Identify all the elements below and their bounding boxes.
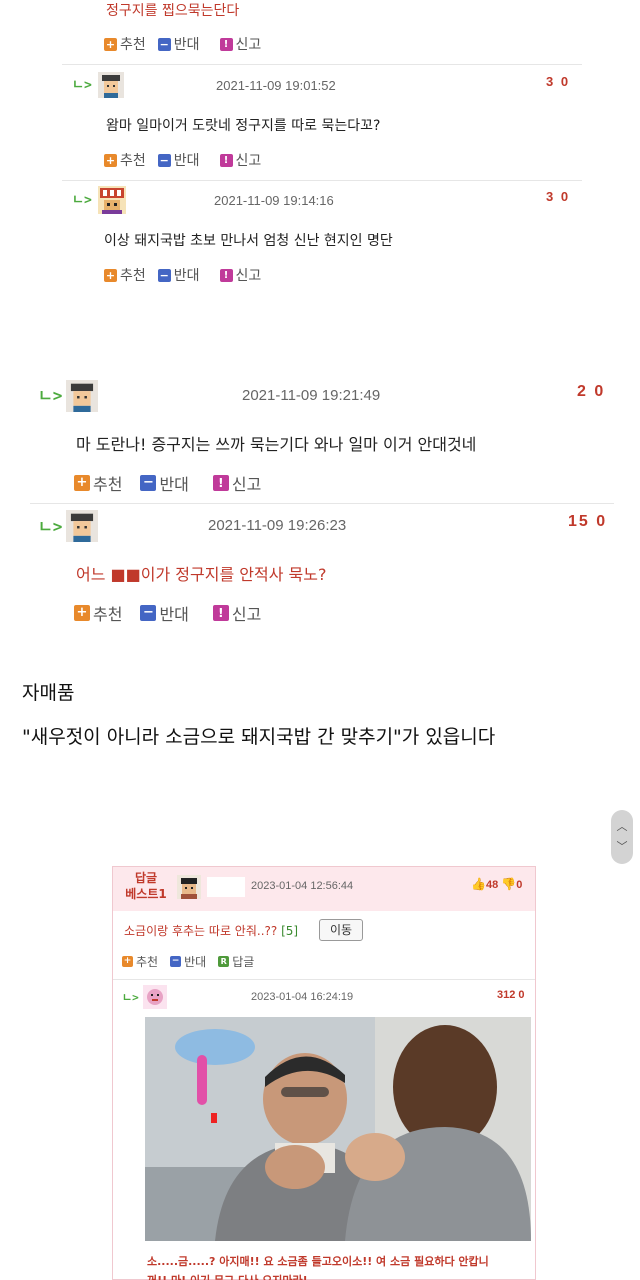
reply-arrow-icon: ㄴ> xyxy=(72,193,92,208)
reply-button[interactable]: 답글 xyxy=(232,953,254,970)
recommend-icon[interactable]: + xyxy=(122,956,133,967)
reply-text-line1: 소.....금.....? 아지매!! 요 소금좀 들고오이소!! 여 소금 필… xyxy=(147,1255,489,1268)
caption-body: "새우젓이 아니라 소금으로 돼지국밥 간 맞추기"가 있읍니다 xyxy=(22,726,496,748)
recommend-button[interactable]: 추천 xyxy=(120,34,146,54)
best-label-line2: 베스트1 xyxy=(125,887,167,901)
best-label-line1: 답글 xyxy=(134,871,158,885)
reply-arrow-icon: ㄴ> xyxy=(72,78,92,93)
avatar xyxy=(66,380,98,412)
report-icon[interactable]: ! xyxy=(219,268,233,282)
divider xyxy=(30,503,614,504)
oppose-button[interactable]: 반대 xyxy=(174,150,200,170)
report-icon[interactable]: ! xyxy=(219,153,233,167)
recommend-icon[interactable]: + xyxy=(104,37,117,51)
best-timestamp: 2023-01-04 12:56:44 xyxy=(251,880,354,892)
comment-text: 마 도란나! 증구지는 쓰까 묵는기다 와나 일마 이거 안대것네 xyxy=(76,435,477,454)
recommend-button[interactable]: 추천 xyxy=(93,471,122,495)
oppose-button[interactable]: 반대 xyxy=(184,953,206,970)
move-button[interactable]: 이동 xyxy=(319,919,363,941)
report-button[interactable]: 신고 xyxy=(236,265,262,285)
reply-photo xyxy=(145,1017,531,1241)
like-count: 👍48 👎0 xyxy=(471,877,522,891)
comment-timestamp: 2021-11-09 19:26:23 xyxy=(208,517,347,534)
reply-text-line2: 꺼!! 마! 이기 무그 다사 오지마라! xyxy=(147,1272,308,1280)
oppose-icon[interactable]: − xyxy=(157,153,171,167)
oppose-icon[interactable]: − xyxy=(157,37,171,51)
avatar xyxy=(98,72,124,98)
report-icon[interactable]: ! xyxy=(212,475,229,491)
comment-actions: + 추천 − 반대 ! 신고 xyxy=(104,265,273,285)
oppose-icon[interactable]: − xyxy=(157,268,171,282)
vote-count: 3 0 xyxy=(546,74,571,89)
report-icon[interactable]: ! xyxy=(212,605,229,621)
comment-section-2: ㄴ> 2021-11-09 19:21:49 2 0 마 도란나! 증구지는 쓰… xyxy=(0,370,640,794)
reply-votes: 312 0 xyxy=(497,989,525,1001)
reply-icon[interactable]: R xyxy=(218,956,230,967)
divider xyxy=(62,180,582,181)
post-link[interactable]: 소금이랑 후추는 따로 안줘..?? [5] xyxy=(124,922,298,939)
vote-count: 3 0 xyxy=(546,189,571,204)
comment-actions: + 추천 − 반대 ! 신고 xyxy=(74,601,273,625)
recommend-button[interactable]: 추천 xyxy=(120,150,146,170)
oppose-icon[interactable]: − xyxy=(140,475,157,491)
comment-text: 왐마 일마이거 도랏네 정구지를 따로 묵는다꼬? xyxy=(106,118,381,134)
recommend-icon[interactable]: + xyxy=(74,605,90,621)
comment-actions: + 추천 − 반대 ! 신고 xyxy=(104,150,273,170)
scroll-up-icon[interactable]: ︿ xyxy=(611,818,633,834)
oppose-button[interactable]: 반대 xyxy=(159,601,188,625)
divider xyxy=(62,64,582,65)
dislikes: 0 xyxy=(516,879,523,891)
oppose-icon[interactable]: − xyxy=(140,605,157,621)
reply-timestamp: 2023-01-04 16:24:19 xyxy=(251,991,354,1003)
divider xyxy=(113,979,535,980)
comment-text: 이상 돼지국밥 초보 만나서 엄청 신난 현지인 명단 xyxy=(104,233,393,249)
avatar xyxy=(143,985,167,1009)
report-button[interactable]: 신고 xyxy=(232,601,261,625)
comment-text: 정구지를 찝으묵는단다 xyxy=(106,3,240,19)
recommend-icon[interactable]: + xyxy=(74,475,90,491)
comment-text: 어느 ■■이가 정구지를 안적사 묵노? xyxy=(76,565,327,584)
recommend-icon[interactable]: + xyxy=(104,268,117,282)
reply-arrow-icon: ㄴ> xyxy=(38,386,63,405)
best-reply-header: 답글 베스트1 2023-01-04 12:56:44 👍48 👎0 xyxy=(113,867,535,911)
vote-count: 2 0 xyxy=(577,383,606,400)
caption-title: 자매품 xyxy=(22,682,75,704)
report-button[interactable]: 신고 xyxy=(232,471,261,495)
oppose-button[interactable]: 반대 xyxy=(159,471,188,495)
avatar xyxy=(98,186,126,214)
avatar xyxy=(66,510,98,542)
report-button[interactable]: 신고 xyxy=(236,34,262,54)
scroll-down-icon[interactable]: ﹀ xyxy=(611,838,633,854)
recommend-button[interactable]: 추천 xyxy=(93,601,122,625)
recommend-button[interactable]: 추천 xyxy=(120,265,146,285)
likes: 48 xyxy=(485,879,499,891)
reply-arrow-icon: ㄴ> xyxy=(122,991,139,1004)
report-button[interactable]: 신고 xyxy=(236,150,262,170)
oppose-icon[interactable]: − xyxy=(170,956,182,967)
comment-timestamp: 2021-11-09 19:21:49 xyxy=(242,387,381,404)
report-icon[interactable]: ! xyxy=(219,37,233,51)
comment-timestamp: 2021-11-09 19:01:52 xyxy=(216,78,336,93)
comment-actions: + 추천 − 반대 ! 신고 xyxy=(74,471,273,495)
thumbs-up-icon[interactable]: 👍 xyxy=(471,877,486,891)
post-comment-count: [5] xyxy=(281,924,299,938)
redacted-nickname xyxy=(207,877,245,897)
vote-count: 15 0 xyxy=(568,513,608,530)
thumbs-down-icon[interactable]: 👎 xyxy=(501,877,516,891)
post-title[interactable]: 소금이랑 후추는 따로 안줘..?? xyxy=(124,924,277,938)
comment-timestamp: 2021-11-09 19:14:16 xyxy=(214,193,334,208)
reply-arrow-icon: ㄴ> xyxy=(38,517,63,536)
best-label: 답글 베스트1 xyxy=(121,870,171,902)
oppose-button[interactable]: 반대 xyxy=(174,265,200,285)
photo-illustration xyxy=(145,1017,531,1241)
oppose-button[interactable]: 반대 xyxy=(174,34,200,54)
comment-section-1: 정구지를 찝으묵는단다 + 추천 − 반대 ! 신고 ㄴ> 2021-11-09… xyxy=(0,0,640,300)
best-actions: + 추천 − 반대 R 답글 xyxy=(122,953,266,970)
avatar xyxy=(177,875,201,899)
scroll-control[interactable]: ︿ ﹀ xyxy=(611,810,633,864)
comment-actions: + 추천 − 반대 ! 신고 xyxy=(104,34,273,54)
recommend-button[interactable]: 추천 xyxy=(136,953,158,970)
recommend-icon[interactable]: + xyxy=(104,153,117,167)
